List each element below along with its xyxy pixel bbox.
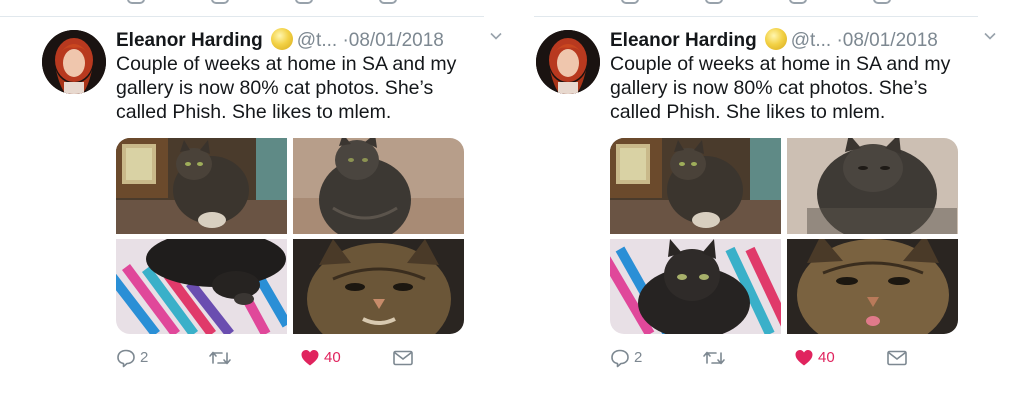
- reply-button[interactable]: 2: [610, 347, 642, 369]
- like-count: 40: [818, 349, 835, 366]
- tweet-actions: 2 40: [116, 347, 476, 371]
- chevron-down-icon[interactable]: [490, 30, 502, 40]
- chevron-down-icon[interactable]: [984, 30, 996, 40]
- photo-cat-by-window[interactable]: [610, 138, 781, 234]
- divider: [0, 16, 484, 17]
- tweet-header: Eleanor Harding @t... ·08/01/2018: [610, 28, 996, 52]
- emoji-badge-icon: [270, 28, 293, 50]
- photo-cat-on-blanket[interactable]: [116, 239, 287, 334]
- photo-cat-closeup[interactable]: [293, 239, 464, 334]
- tweet-card[interactable]: Eleanor Harding @t... ·08/01/2018 Couple …: [0, 0, 502, 407]
- divider: [534, 16, 978, 17]
- photo-grid: [610, 138, 958, 334]
- tweet-date[interactable]: 08/01/2018: [349, 30, 444, 51]
- reply-icon: [116, 348, 140, 368]
- previous-tweet-actions: [609, 0, 969, 4]
- author-handle[interactable]: @t...: [791, 30, 831, 51]
- photo-cat-on-blanket[interactable]: [610, 239, 781, 334]
- avatar[interactable]: [536, 30, 600, 94]
- previous-tweet-actions: [115, 0, 475, 4]
- photo-grid: [116, 138, 464, 334]
- retweet-button[interactable]: [208, 347, 236, 369]
- reply-button[interactable]: 2: [116, 347, 148, 369]
- emoji-badge-icon: [764, 28, 787, 50]
- photo-cat-face-mlem[interactable]: [787, 239, 958, 334]
- photo-cat-closeup-grey[interactable]: [787, 138, 958, 234]
- reply-icon: [610, 348, 634, 368]
- tweet-text: Couple of weeks at home in SA and my gal…: [116, 53, 457, 123]
- message-icon: [886, 348, 912, 368]
- photo-cat-by-window[interactable]: [116, 138, 287, 234]
- avatar[interactable]: [42, 30, 106, 94]
- author-name[interactable]: Eleanor Harding: [610, 30, 757, 51]
- retweet-icon: [208, 348, 236, 368]
- retweet-button[interactable]: [702, 347, 730, 369]
- message-icon: [392, 348, 418, 368]
- direct-message-button[interactable]: [392, 347, 418, 369]
- tweet-card[interactable]: Eleanor Harding @t... ·08/01/2018 Couple …: [534, 0, 996, 407]
- like-count: 40: [324, 349, 341, 366]
- direct-message-button[interactable]: [886, 347, 912, 369]
- like-button[interactable]: 40: [300, 347, 341, 369]
- heart-icon: [300, 348, 324, 368]
- tweet-header: Eleanor Harding @t... ·08/01/2018: [116, 28, 502, 52]
- author-name[interactable]: Eleanor Harding: [116, 30, 263, 51]
- reply-count: 2: [634, 349, 643, 366]
- retweet-icon: [702, 348, 730, 368]
- tweet-actions: 2 40: [610, 347, 970, 371]
- heart-icon: [794, 348, 818, 368]
- like-button[interactable]: 40: [794, 347, 835, 369]
- tweet-date[interactable]: 08/01/2018: [843, 30, 938, 51]
- tweet-text: Couple of weeks at home in SA and my gal…: [610, 53, 951, 123]
- photo-cat-sitting[interactable]: [293, 138, 464, 234]
- reply-count: 2: [140, 349, 149, 366]
- author-handle[interactable]: @t...: [297, 30, 337, 51]
